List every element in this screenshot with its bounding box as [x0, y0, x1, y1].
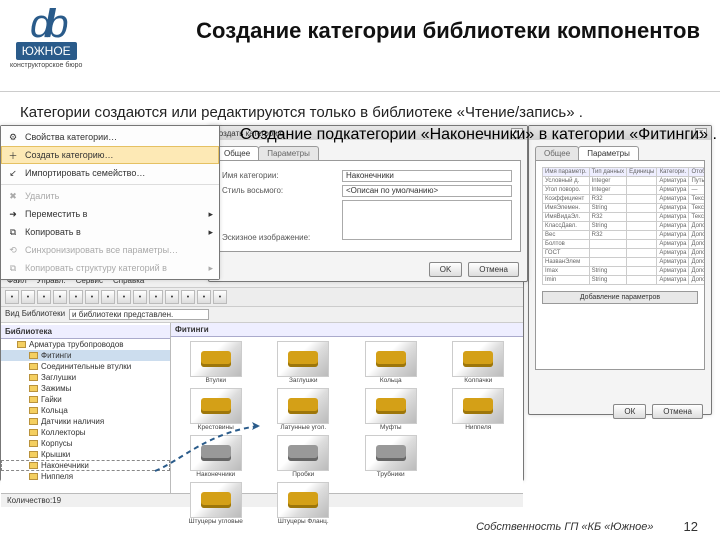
- tab-params2[interactable]: Параметры: [578, 146, 639, 160]
- tree-item[interactable]: Фитинги: [1, 350, 170, 361]
- menu-item: ⧉Копировать структуру категорий в▸: [1, 259, 219, 277]
- logo-name: ЮЖНОЕ: [16, 42, 77, 60]
- toolbar-button[interactable]: •: [69, 290, 83, 304]
- menu-item[interactable]: ⧉Копировать в▸: [1, 223, 219, 241]
- menu-item: ⟲Синхронизировать все параметры…: [1, 241, 219, 259]
- tree-item[interactable]: Гайки: [1, 394, 170, 405]
- logo: db ЮЖНОЕ конструкторское бюро: [10, 8, 82, 69]
- gallery-item[interactable]: Втулки: [175, 341, 257, 384]
- intro-text: Категории создаются или редактируются то…: [0, 92, 720, 129]
- tree-item[interactable]: Зажимы: [1, 383, 170, 394]
- tree-item[interactable]: Заглушки: [1, 372, 170, 383]
- gallery-item[interactable]: Крестовины: [175, 388, 257, 431]
- thumb-label: Эскизное изображение:: [222, 233, 342, 242]
- combo-label: Вид Библиотеки: [5, 309, 65, 320]
- gallery-item[interactable]: Трубники: [350, 435, 432, 478]
- tree-item[interactable]: Арматура трубопроводов: [1, 339, 170, 350]
- library-editor: Редактор библиотеки компонентов…× ФайлУп…: [0, 259, 524, 481]
- tab-params[interactable]: Параметры: [258, 146, 319, 160]
- gallery-item[interactable]: Ниппеля: [438, 388, 520, 431]
- toolbar-button[interactable]: •: [37, 290, 51, 304]
- logo-glyph: db: [30, 8, 63, 40]
- editor-toolbar: ••••••••••••••: [1, 288, 523, 307]
- gallery-item[interactable]: Латунные угол.: [263, 388, 345, 431]
- toolbar-button[interactable]: •: [21, 290, 35, 304]
- toolbar-button[interactable]: •: [101, 290, 115, 304]
- menu-item[interactable]: ⚙Свойства категории…: [1, 128, 219, 146]
- toolbar-button[interactable]: •: [181, 290, 195, 304]
- menu-item[interactable]: ↙Импортировать семейство…: [1, 164, 219, 182]
- toolbar-button[interactable]: •: [197, 290, 211, 304]
- ok-button-2[interactable]: ОК: [613, 404, 646, 419]
- toolbar-button[interactable]: •: [5, 290, 19, 304]
- add-params-button[interactable]: Добавление параметров: [542, 291, 698, 304]
- gallery-item[interactable]: Пробки: [263, 435, 345, 478]
- gallery-item[interactable]: Муфты: [350, 388, 432, 431]
- gallery-item[interactable]: Колпачки: [438, 341, 520, 384]
- gallery-item[interactable]: Штуцеры угловые: [175, 482, 257, 525]
- tab-general2[interactable]: Общее: [535, 146, 579, 160]
- slide-header: db ЮЖНОЕ конструкторское бюро Создание к…: [0, 0, 720, 92]
- logo-sub: конструкторское бюро: [10, 62, 82, 69]
- tree-item[interactable]: Соединительные втулки: [1, 361, 170, 372]
- tree-item[interactable]: Кольца: [1, 405, 170, 416]
- menu-item[interactable]: ＋Создать категорию…: [1, 146, 219, 164]
- menu-item: ✖Удалить: [1, 187, 219, 205]
- gallery-item[interactable]: Заглушки: [263, 341, 345, 384]
- toolbar-button[interactable]: •: [165, 290, 179, 304]
- gallery-item[interactable]: Кольца: [350, 341, 432, 384]
- tab-general[interactable]: Общее: [215, 146, 259, 160]
- toolbar-button[interactable]: •: [213, 290, 227, 304]
- toolbar-button[interactable]: •: [117, 290, 131, 304]
- cancel-button-2[interactable]: Отмена: [652, 404, 703, 419]
- tree-item[interactable]: Корпусы: [1, 438, 170, 449]
- style-label: Стиль восьмого:: [222, 186, 342, 195]
- category-tree: Библиотека Арматура трубопроводовФитинги…: [1, 323, 171, 493]
- callout-text: Создание подкатегории «Наконечники» в ка…: [240, 125, 717, 145]
- tree-item[interactable]: Коллекторы: [1, 427, 170, 438]
- gallery-header: Фитинги: [171, 323, 523, 337]
- context-menu: ⚙Свойства категории…＋Создать категорию…↙…: [0, 125, 220, 280]
- gallery-item[interactable]: Наконечники: [175, 435, 257, 478]
- create-category-dialog: Создать категорию× ОбщееПараметры Имя ка…: [208, 125, 528, 282]
- toolbar-button[interactable]: •: [149, 290, 163, 304]
- menu-item[interactable]: ➜Переместить в▸: [1, 205, 219, 223]
- tree-item[interactable]: Наконечники: [1, 460, 170, 471]
- tree-item[interactable]: Крышки: [1, 449, 170, 460]
- gallery: Фитинги ВтулкиЗаглушкиКольцаКолпачки Крес…: [171, 323, 523, 493]
- params-table: Имя параметр.Тип данныхЕдиницыКатегори.О…: [542, 167, 705, 285]
- thumb-preview: [342, 200, 512, 240]
- toolbar-button[interactable]: •: [53, 290, 67, 304]
- slide-title: Создание категории библиотеки компоненто…: [98, 8, 700, 44]
- gallery-item[interactable]: Штуцеры Фланц.: [263, 482, 345, 525]
- view-combo[interactable]: и библиотеки представлен.: [69, 309, 209, 320]
- ok-button[interactable]: OK: [429, 262, 463, 277]
- page-number: 12: [684, 519, 698, 534]
- toolbar-button[interactable]: •: [133, 290, 147, 304]
- params-dialog: × ОбщееПараметры Имя параметр.Тип данных…: [528, 125, 712, 415]
- tree-header: Библиотека: [1, 325, 170, 339]
- toolbar-button[interactable]: •: [85, 290, 99, 304]
- name-input[interactable]: Наконечники: [342, 170, 512, 182]
- name-label: Имя категории:: [222, 171, 342, 180]
- tree-item[interactable]: Датчики наличия: [1, 416, 170, 427]
- cancel-button[interactable]: Отмена: [468, 262, 519, 277]
- style-select[interactable]: <Описан по умолчанию>: [342, 185, 512, 197]
- tree-item[interactable]: Ниппеля: [1, 471, 170, 482]
